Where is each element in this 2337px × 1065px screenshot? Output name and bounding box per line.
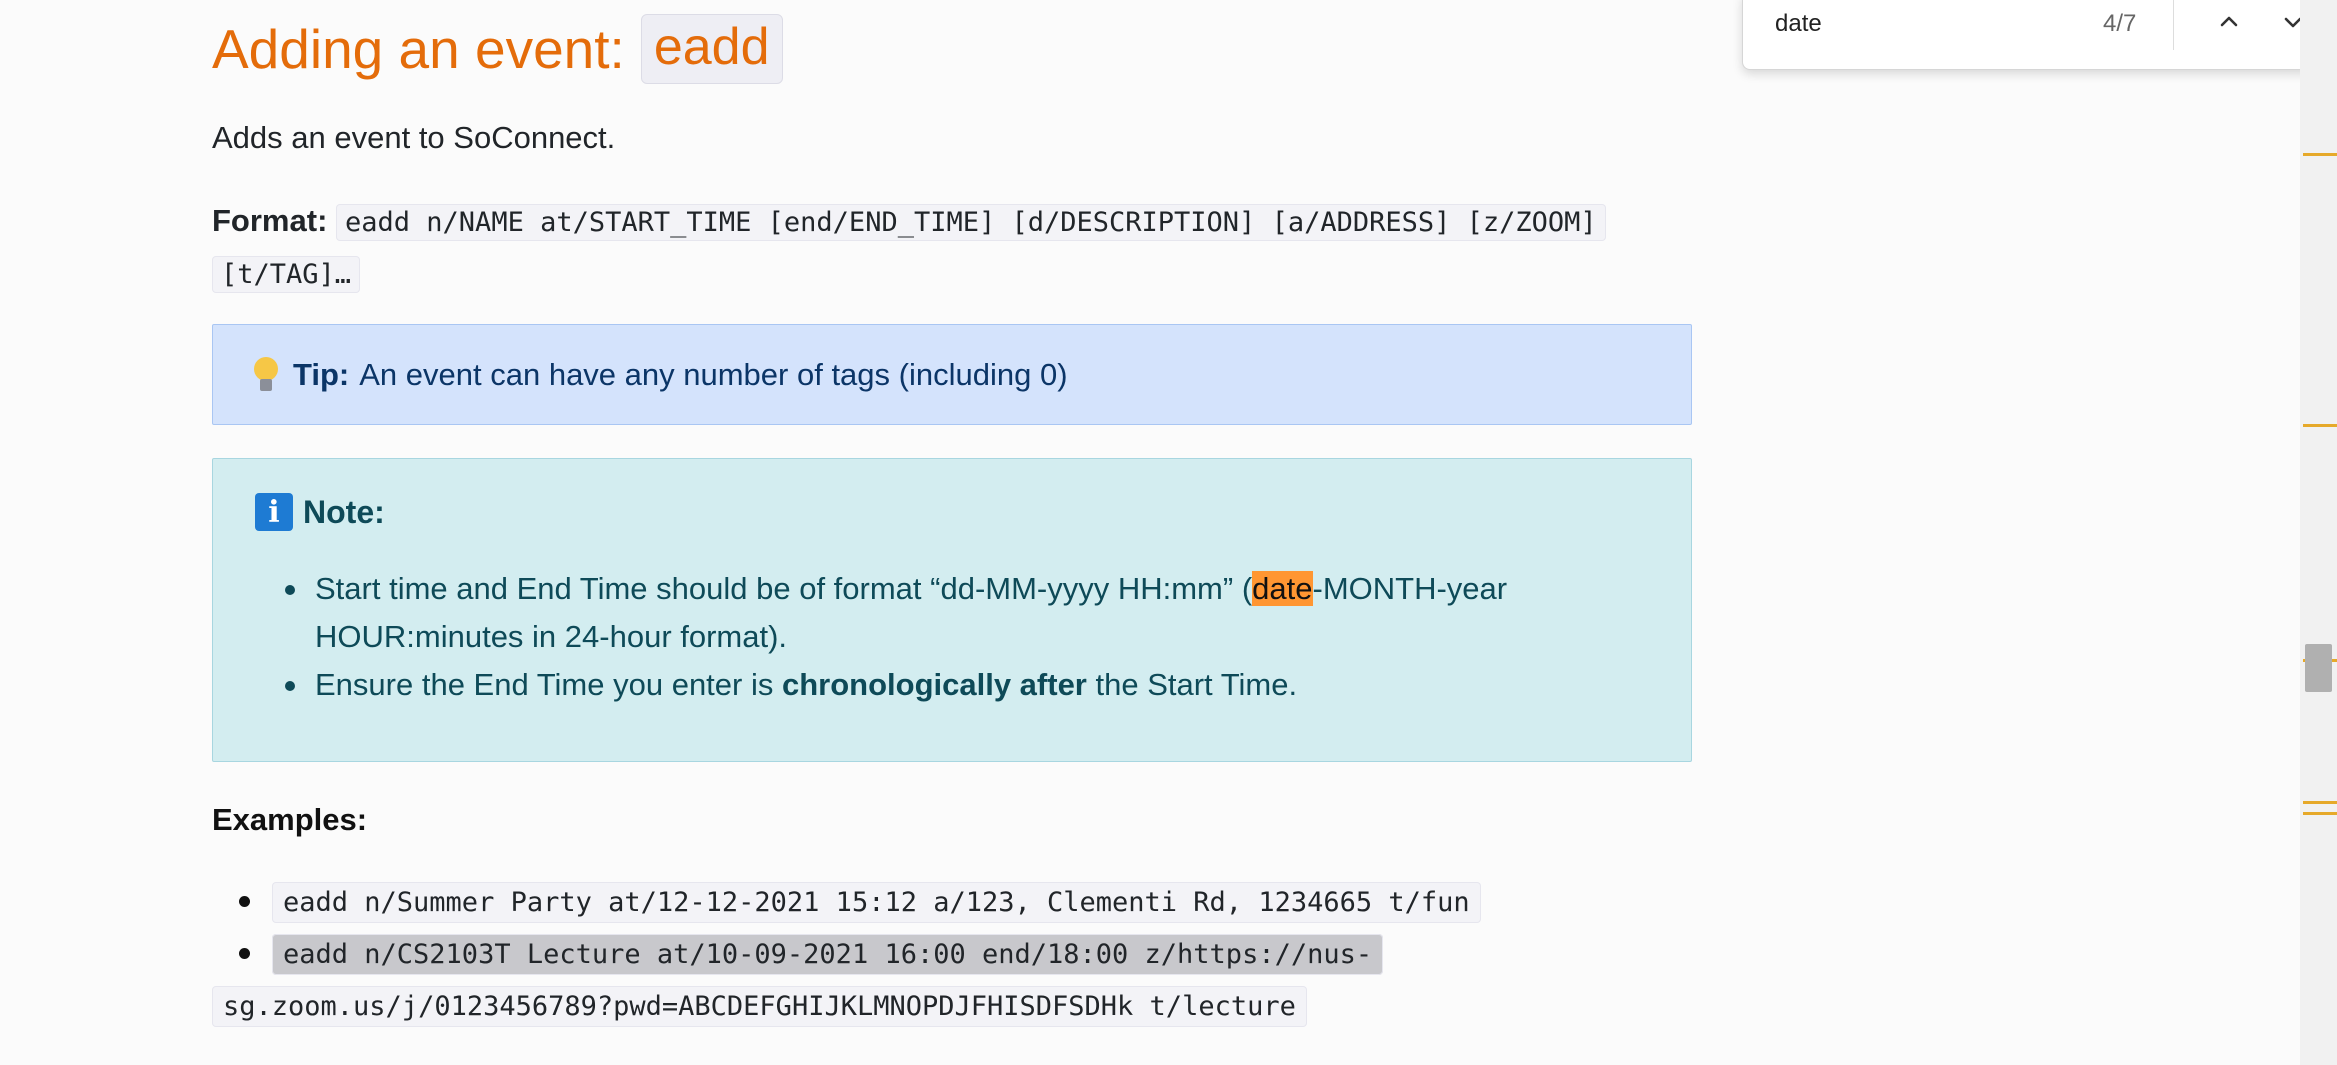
scrollbar-track[interactable] [2300,0,2337,1065]
note-list: Start time and End Time should be of for… [285,565,1655,709]
note-header: i Note: [255,493,385,531]
lightbulb-icon [253,355,279,395]
scrollbar-match-marker [2303,153,2337,156]
page: Adding an event: eadd Adds an event to S… [0,0,2337,1065]
scrollbar-match-marker [2303,812,2337,815]
note-item2-after: the Start Time. [1086,667,1298,702]
scrollbar-match-marker [2303,801,2337,804]
note-label: Note: [303,493,385,530]
tip-text: An event can have any number of tags (in… [359,356,1068,392]
note-item: Start time and End Time should be of for… [285,565,1655,661]
scrollbar-match-marker [2303,424,2337,427]
find-divider [2173,0,2174,50]
chevron-up-icon[interactable] [2203,0,2255,48]
info-icon: i [255,493,293,531]
note-item1-after: -MONTH-year [1312,571,1508,606]
command-badge: eadd [640,14,783,84]
note-item1-line2: HOUR:minutes in 24-hour format). [315,619,788,654]
intro-text: Adds an event to SoConnect. [212,120,616,155]
note-item1-before: Start time and End Time should be of for… [315,571,1253,606]
example-code-selected: eadd n/CS2103T Lecture at/10-09-2021 16:… [272,934,1384,975]
section-heading: Adding an event: eadd [212,14,783,84]
note-box: i Note: Start time and End Time should b… [212,458,1692,762]
example-code: eadd n/Summer Party at/12-12-2021 15:12 … [272,882,1481,923]
format-label: Format: [212,203,328,238]
heading-text: Adding an event: [212,18,625,80]
scrollbar-thumb[interactable] [2305,644,2332,692]
example-item: eadd n/CS2103T Lecture at/10-09-2021 16:… [212,928,1572,1032]
example-code-line2: sg.zoom.us/j/0123456789?pwd=ABCDEFGHIJKL… [212,986,1307,1027]
tip-label: Tip: [293,356,350,392]
note-item: Ensure the End Time you enter is chronol… [285,661,1655,709]
format-code-line1: eadd n/NAME at/START_TIME [end/END_TIME]… [336,204,1606,241]
note-item2-before: Ensure the End Time you enter is [315,667,782,702]
find-match-count: 4/7 [2103,10,2137,37]
find-bar: date 4/7 [1742,0,2337,70]
tip-box: Tip: An event can have any number of tag… [212,324,1692,425]
format-block: Format: eadd n/NAME at/START_TIME [end/E… [212,196,1692,300]
example-item: eadd n/Summer Party at/12-12-2021 15:12 … [239,876,1572,928]
examples-list: eadd n/Summer Party at/12-12-2021 15:12 … [212,876,1572,1032]
note-item2-bold: chronologically after [781,667,1087,702]
find-match-highlight: date [1252,571,1313,606]
format-code-line2: [t/TAG]… [212,256,361,293]
find-input[interactable]: date [1775,10,1822,38]
examples-label: Examples: [212,802,368,837]
